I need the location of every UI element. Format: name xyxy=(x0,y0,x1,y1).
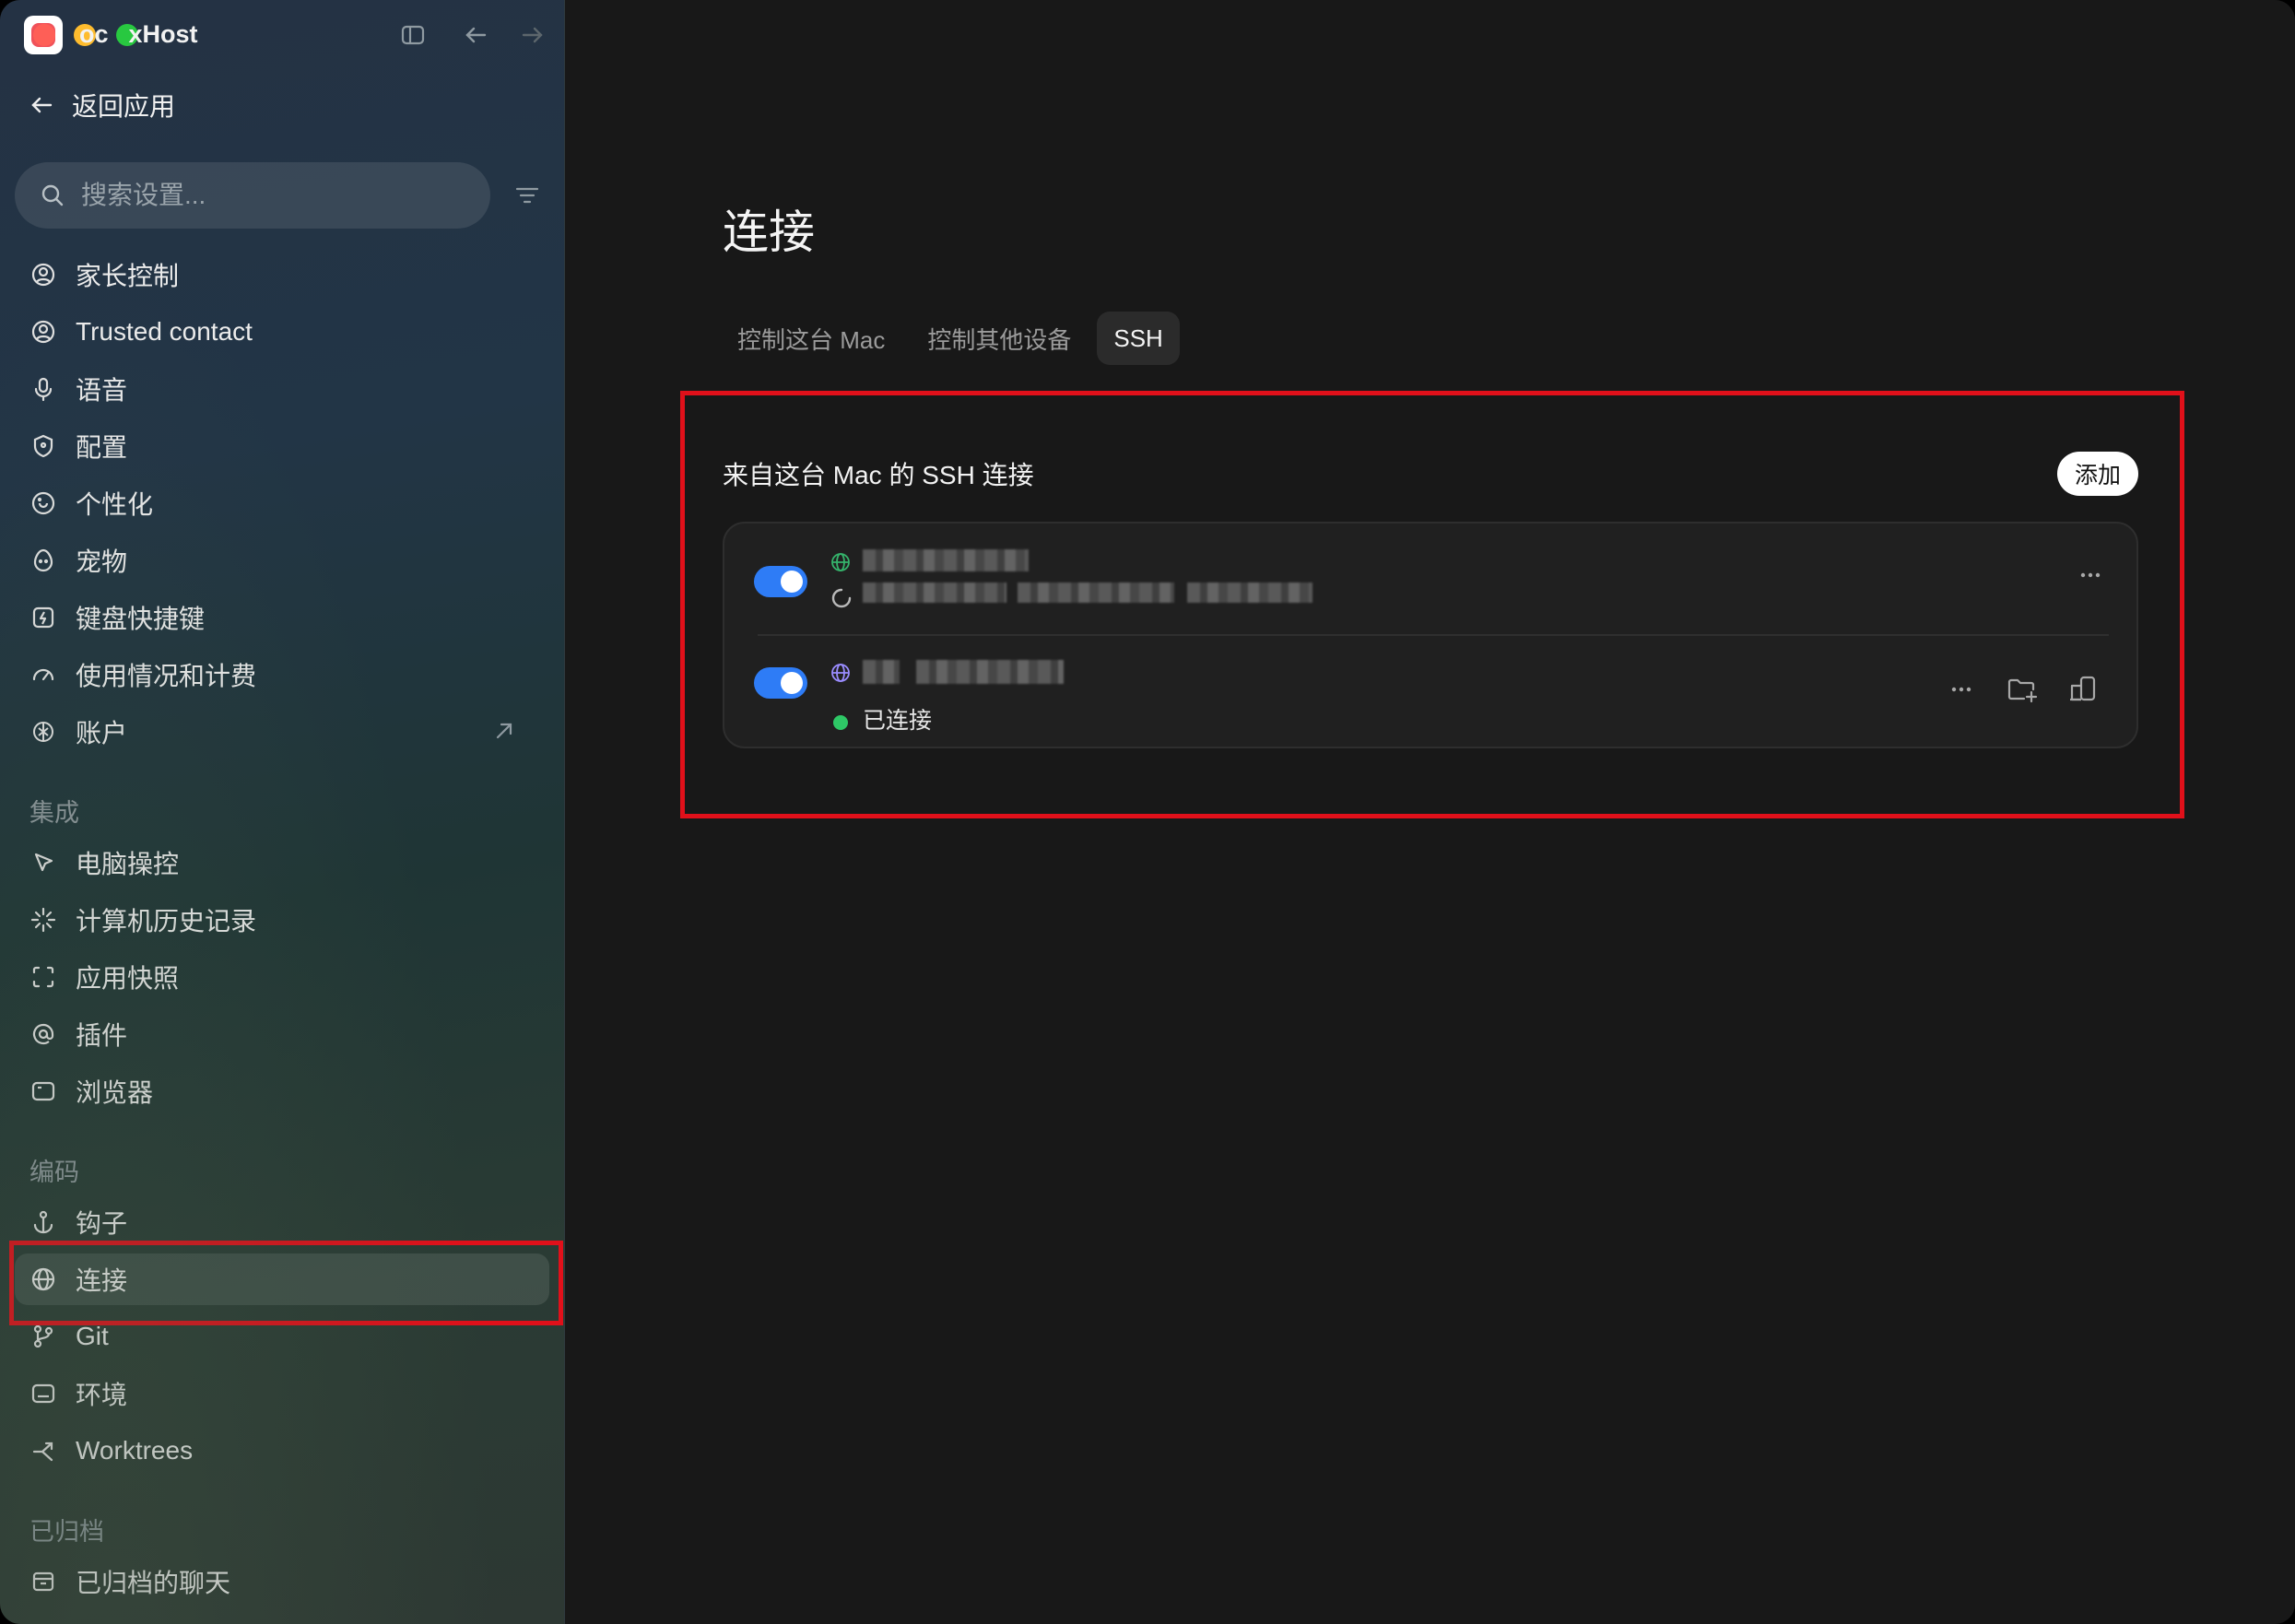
sidebar-item-trusted-contact[interactable]: Trusted contact xyxy=(15,306,549,358)
sparkle-icon xyxy=(30,907,56,933)
arrow-left-icon xyxy=(31,97,53,113)
sidebar-item-pets[interactable]: 宠物 xyxy=(15,535,549,586)
sidebar-item-parental-controls[interactable]: 家长控制 xyxy=(15,249,549,300)
sidebar-item-label: 配置 xyxy=(76,433,128,462)
snapshot-icon xyxy=(32,966,54,988)
sidebar-item-label: Trusted contact xyxy=(76,317,253,346)
anchor-icon xyxy=(33,1210,53,1234)
sidebar-item-label: 键盘快捷键 xyxy=(76,605,206,633)
back-to-app-label: 返回应用 xyxy=(72,92,176,121)
sidebar-item-app-snapshots[interactable]: 应用快照 xyxy=(15,951,549,1003)
sidebar-item-label: 应用快照 xyxy=(76,964,180,993)
sidebar-item-label: 浏览器 xyxy=(76,1078,154,1107)
sidebar-item-label: 插件 xyxy=(76,1021,128,1050)
highlight-connections-item xyxy=(9,1241,563,1325)
palette-icon xyxy=(31,491,55,515)
section-label-coding: 编码 xyxy=(29,1159,79,1186)
gauge-icon xyxy=(32,668,54,681)
settings-content: 连接 控制这台 Mac 控制其他设备 SSH 来自这台 Mac 的 SSH 连接… xyxy=(566,0,2295,1624)
settings-search[interactable] xyxy=(15,162,490,229)
egg-icon xyxy=(33,548,53,572)
sidebar-item-keyboard-shortcuts[interactable]: 键盘快捷键 xyxy=(15,592,549,643)
sidebar-item-label: 使用情况和计费 xyxy=(76,662,257,690)
sidebar-item-label: 环境 xyxy=(76,1381,128,1409)
sidebar-item-account[interactable]: 账户 xyxy=(15,706,549,758)
sidebar-item-label: 语音 xyxy=(76,376,128,405)
sidebar-item-label: 已归档的聊天 xyxy=(76,1569,231,1597)
cursor-icon xyxy=(34,853,53,872)
sidebar-item-label: 电脑操控 xyxy=(76,850,180,878)
sidebar-item-label: 家长控制 xyxy=(76,262,180,290)
sidebar-item-label: 个性化 xyxy=(76,490,154,519)
page-title: 连接 xyxy=(723,206,815,258)
archive-icon xyxy=(32,1571,54,1592)
sidebar-item-personalization[interactable]: 个性化 xyxy=(15,477,549,529)
worktree-icon xyxy=(32,1442,53,1462)
filter-icon[interactable] xyxy=(512,181,542,210)
search-input[interactable] xyxy=(81,181,450,210)
toggle-sidebar-icon[interactable] xyxy=(398,20,428,50)
app-window: ocxHost 返回应用 家长控制 xyxy=(0,0,2295,1624)
browser-icon xyxy=(31,1081,55,1101)
git-branch-icon xyxy=(33,1324,53,1348)
settings-sidebar: ocxHost 返回应用 家长控制 xyxy=(0,0,565,1624)
back-arrow-icon[interactable] xyxy=(461,20,490,50)
sidebar-item-config[interactable]: 配置 xyxy=(15,420,549,472)
user-circle-icon xyxy=(31,263,55,287)
sidebar-item-usage-billing[interactable]: 使用情况和计费 xyxy=(15,649,549,700)
sidebar-item-environment[interactable]: 环境 xyxy=(15,1368,549,1419)
account-logo-icon xyxy=(33,722,53,742)
sidebar-item-browser[interactable]: 浏览器 xyxy=(15,1065,549,1117)
external-link-icon xyxy=(496,723,512,739)
sidebar-item-computer-use[interactable]: 电脑操控 xyxy=(15,837,549,888)
sidebar-item-label: Git xyxy=(76,1322,109,1350)
sidebar-item-label: Worktrees xyxy=(76,1436,194,1465)
microphone-icon xyxy=(34,377,53,402)
highlight-ssh-section xyxy=(680,391,2184,818)
section-label-archived: 已归档 xyxy=(29,1518,104,1546)
section-label-integrations: 集成 xyxy=(29,799,79,827)
connection-tabs: 控制这台 Mac 控制其他设备 SSH xyxy=(721,312,1180,365)
sidebar-item-archived-chats[interactable]: 已归档的聊天 xyxy=(15,1556,549,1607)
sidebar-item-label: 宠物 xyxy=(76,547,128,576)
sidebar-item-label: 计算机历史记录 xyxy=(76,907,257,936)
sidebar-item-label: 钩子 xyxy=(76,1209,128,1238)
sidebar-item-voice[interactable]: 语音 xyxy=(15,363,549,415)
sidebar-item-plugins[interactable]: 插件 xyxy=(15,1008,549,1060)
sidebar-item-label: 账户 xyxy=(76,719,128,747)
title-bar: oc xHost xyxy=(0,0,565,70)
sidebar-item-computer-history[interactable]: 计算机历史记录 xyxy=(15,894,549,946)
tab-control-this-mac[interactable]: 控制这台 Mac xyxy=(721,312,901,365)
terminal-icon xyxy=(31,1383,55,1404)
close-window-button[interactable] xyxy=(33,24,55,46)
forward-arrow-icon[interactable] xyxy=(518,20,547,50)
at-icon xyxy=(32,1023,54,1045)
tab-control-other-devices[interactable]: 控制其他设备 xyxy=(911,312,1088,365)
sidebar-item-worktrees[interactable]: Worktrees xyxy=(15,1425,549,1477)
back-to-app-link[interactable]: 返回应用 xyxy=(28,87,175,124)
search-icon xyxy=(41,184,64,206)
app-title: oc xHost xyxy=(79,20,198,48)
keyboard-shortcut-icon xyxy=(32,606,54,629)
tab-ssh[interactable]: SSH xyxy=(1097,312,1180,365)
user-circle-icon xyxy=(31,320,55,344)
shield-icon xyxy=(33,434,53,458)
